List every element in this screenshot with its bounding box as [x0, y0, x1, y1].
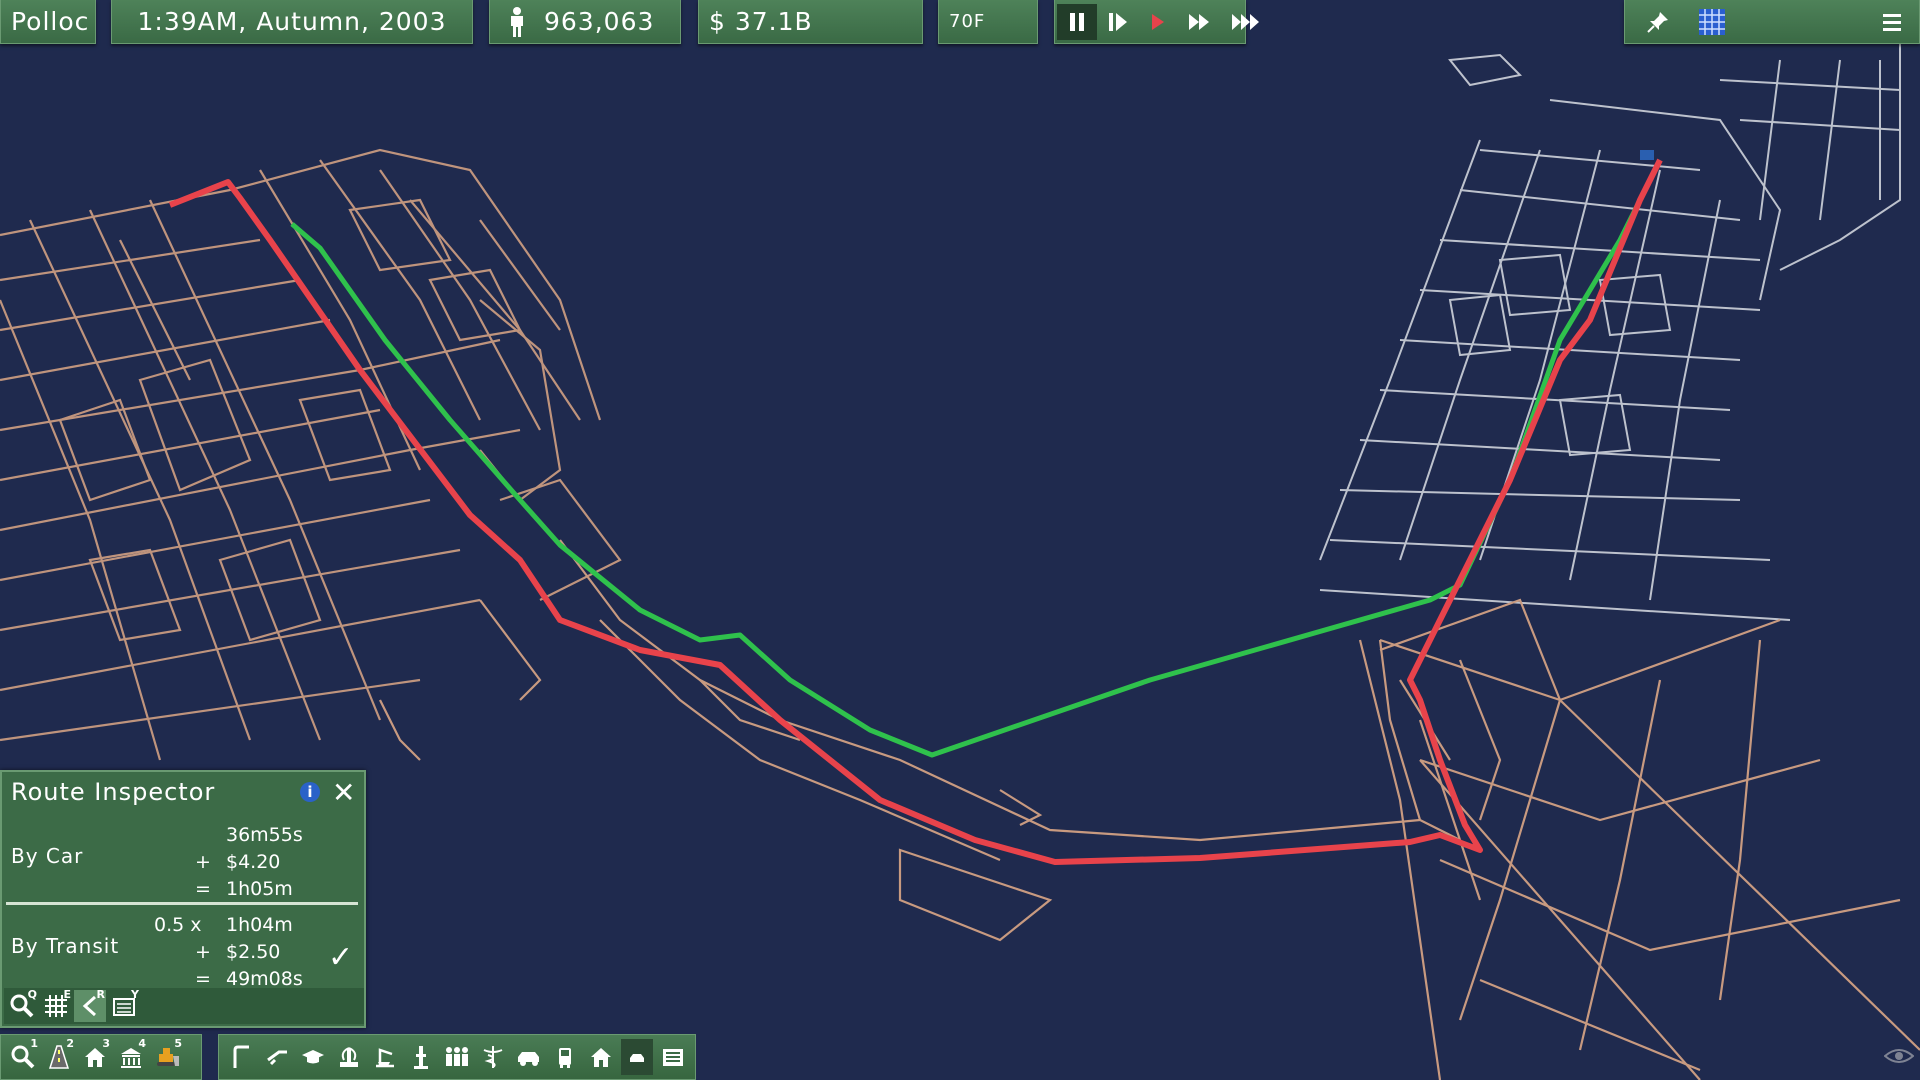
close-icon[interactable]: ✕: [332, 776, 355, 809]
zone-button[interactable]: 3: [79, 1037, 111, 1075]
park-button[interactable]: [333, 1039, 365, 1075]
route-tool-button[interactable]: R: [74, 988, 106, 1022]
eye-icon: [1883, 1049, 1915, 1063]
pause-icon[interactable]: [1057, 3, 1097, 40]
house-icon: [591, 1048, 611, 1067]
car-total: 1h05m: [226, 878, 293, 900]
education-button[interactable]: [297, 1039, 329, 1075]
datetime-text: 1:39AM, Autumn, 2003: [137, 7, 447, 36]
hotkey-label: Q: [27, 988, 37, 1001]
city-name-button[interactable]: Polloc: [0, 0, 96, 44]
hotkey-label: 1: [30, 1037, 38, 1050]
menu-icon[interactable]: [1865, 4, 1919, 40]
pin-icon[interactable]: [1631, 4, 1685, 40]
route-view-button[interactable]: [621, 1039, 653, 1075]
by-car-label: By Car: [11, 844, 84, 868]
step-icon[interactable]: [1097, 4, 1139, 40]
car-total-op: =: [195, 878, 211, 900]
route-inspector-title: Route Inspector: [11, 778, 216, 806]
transit-button[interactable]: [549, 1039, 581, 1075]
highway-button[interactable]: [261, 1039, 293, 1075]
route-endpoint-marker: [1640, 150, 1654, 160]
route-inspector-panel: Route Inspector i ✕ By Car 36m55s + $4.2…: [0, 770, 366, 1028]
hotkey-label: 3: [102, 1037, 110, 1050]
car-icon: [518, 1052, 539, 1066]
transit-time: 1h04m: [226, 914, 293, 936]
traffic-button[interactable]: [513, 1039, 545, 1075]
city-name: Polloc: [11, 7, 90, 36]
street-button[interactable]: [225, 1039, 257, 1075]
bulldoze-button[interactable]: 5: [151, 1037, 183, 1075]
hotkey-label: E: [63, 988, 71, 1001]
transit-cost: $2.50: [226, 941, 281, 963]
hotkey-label: Y: [131, 988, 139, 1001]
housing-button[interactable]: [585, 1039, 617, 1075]
info-icon[interactable]: i: [300, 782, 320, 802]
money-value: $ 37.1B: [709, 7, 813, 36]
query-tool-button[interactable]: Q: [6, 988, 38, 1022]
money-display[interactable]: $ 37.1B: [698, 0, 923, 44]
temperature-value: 70F: [949, 11, 986, 32]
hotkey-label: 2: [66, 1037, 74, 1050]
datetime-display: 1:39AM, Autumn, 2003: [111, 0, 473, 44]
fountain-icon: [340, 1047, 358, 1067]
speed-controls: [1054, 0, 1259, 44]
car-route-icon: [630, 1054, 644, 1062]
tower-button[interactable]: [405, 1039, 437, 1075]
divider: [6, 902, 358, 905]
hotkey-label: 5: [174, 1037, 182, 1050]
bus-icon: [559, 1048, 571, 1068]
reports-button[interactable]: [657, 1039, 689, 1075]
graduation-cap-icon: [302, 1050, 324, 1064]
play-icon[interactable]: [1139, 4, 1177, 40]
transit-total-op: =: [195, 968, 211, 990]
top-right-tools: [1624, 0, 1920, 44]
tower-icon: [414, 1046, 428, 1069]
fastest-forward-icon[interactable]: [1221, 4, 1273, 40]
checkmark-icon: ✓: [328, 940, 354, 975]
people-button[interactable]: [441, 1039, 473, 1075]
transit-cost-op: +: [195, 941, 211, 963]
population-display[interactable]: 963,063: [489, 0, 681, 44]
fast-forward-icon[interactable]: [1177, 4, 1221, 40]
hotkey-label: 4: [138, 1037, 146, 1050]
visibility-toggle[interactable]: [1883, 1046, 1915, 1070]
transit-multiplier: 0.5 x: [154, 914, 202, 936]
transit-total: 49m08s: [226, 968, 303, 990]
car-time: 36m55s: [226, 824, 303, 846]
report-icon: [663, 1049, 683, 1066]
list-tool-button[interactable]: Y: [108, 988, 140, 1022]
person-icon: [490, 4, 544, 40]
caduceus-icon: [483, 1046, 503, 1068]
street-icon: [233, 1045, 249, 1068]
grid-overlay-icon[interactable]: [1685, 4, 1739, 40]
health-button[interactable]: [477, 1039, 509, 1075]
inspector-toolbar: Q E R Y: [4, 988, 364, 1024]
highway-icon: [267, 1050, 287, 1066]
car-cost: $4.20: [226, 851, 281, 873]
query-button[interactable]: 1: [7, 1037, 39, 1075]
hotkey-label: R: [96, 988, 105, 1001]
primary-toolbar: 1 2 3 4 5: [0, 1034, 202, 1080]
temperature-display[interactable]: 70F: [938, 0, 1038, 44]
population-value: 963,063: [544, 7, 655, 36]
road-button[interactable]: 2: [43, 1037, 75, 1075]
port-button[interactable]: [369, 1039, 401, 1075]
building-button[interactable]: 4: [115, 1037, 147, 1075]
people-icon: [446, 1047, 468, 1066]
grid-tool-button[interactable]: E: [40, 988, 72, 1022]
by-transit-label: By Transit: [11, 934, 120, 958]
crane-icon: [376, 1048, 394, 1068]
secondary-toolbar: [218, 1034, 696, 1080]
car-cost-op: +: [195, 851, 211, 873]
